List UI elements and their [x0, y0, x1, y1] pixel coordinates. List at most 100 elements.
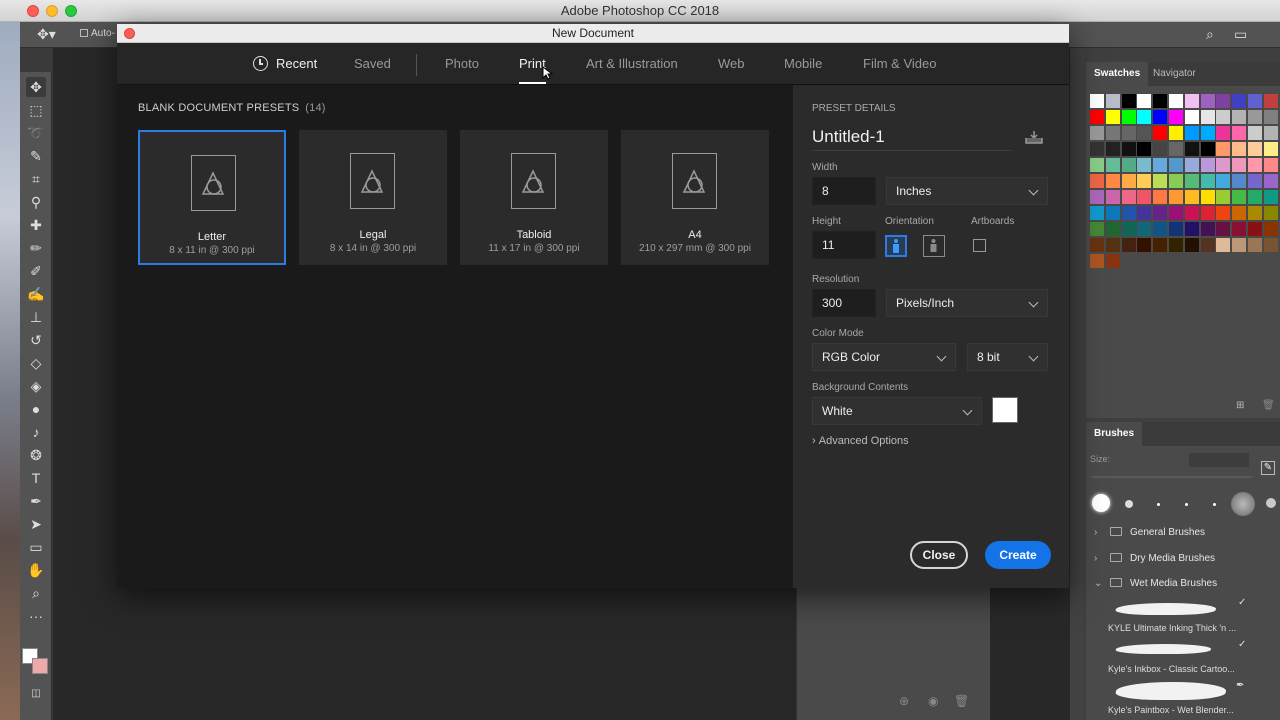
resolution-input[interactable]: 300	[812, 289, 876, 317]
units-dropdown[interactable]: Inches	[886, 177, 1048, 205]
color-swatch[interactable]	[1248, 222, 1262, 236]
bit-depth-dropdown[interactable]: 8 bit	[967, 343, 1048, 371]
color-swatch[interactable]	[1169, 238, 1183, 252]
new-swatch-icon[interactable]: ⊞	[1236, 400, 1244, 411]
color-swatch[interactable]	[1137, 206, 1152, 220]
paint-brush-tool-icon[interactable]: ✍	[26, 284, 46, 304]
color-swatch[interactable]	[1184, 222, 1199, 236]
portrait-orientation-button[interactable]	[885, 235, 907, 257]
color-swatch[interactable]	[1184, 158, 1199, 172]
color-swatch[interactable]	[1153, 142, 1168, 156]
camera-icon[interactable]: ◉	[928, 694, 938, 708]
color-swatch[interactable]	[1153, 126, 1168, 140]
tab-photo[interactable]: Photo	[445, 56, 479, 71]
color-swatch[interactable]	[1153, 206, 1168, 220]
color-swatch[interactable]	[1169, 174, 1183, 188]
color-swatch[interactable]	[1216, 158, 1231, 172]
color-swatch[interactable]	[1200, 126, 1215, 140]
color-swatch[interactable]	[1090, 190, 1104, 204]
color-swatch[interactable]	[1137, 238, 1152, 252]
color-swatch[interactable]	[1153, 94, 1168, 108]
color-swatch[interactable]	[1169, 126, 1183, 140]
preset-card-a4[interactable]: A4 210 x 297 mm @ 300 ppi	[621, 130, 769, 265]
preset-card-legal[interactable]: Legal 8 x 14 in @ 300 ppi	[299, 130, 447, 265]
brush-preset-2[interactable]	[1125, 500, 1133, 508]
color-swatch[interactable]	[1090, 142, 1104, 156]
color-swatch[interactable]	[1248, 206, 1262, 220]
color-swatch[interactable]	[1248, 158, 1262, 172]
color-swatch[interactable]	[1169, 142, 1183, 156]
color-swatch[interactable]	[1184, 238, 1199, 252]
tab-mobile[interactable]: Mobile	[784, 56, 822, 71]
color-swatch[interactable]	[1232, 126, 1247, 140]
color-swatch[interactable]	[1169, 110, 1183, 124]
brush-preset-7[interactable]	[1266, 498, 1276, 508]
brush-folder-general[interactable]: › General Brushes	[1094, 523, 1205, 543]
color-swatch[interactable]	[1121, 238, 1136, 252]
eyedropper-tool-icon[interactable]: ⚲	[26, 192, 46, 212]
color-swatch[interactable]	[1263, 206, 1278, 220]
brush-item-2[interactable]: Kyle's Inkbox - Classic Cartoo...	[1108, 664, 1235, 674]
color-swatch[interactable]	[1121, 142, 1136, 156]
window-maximize-button[interactable]	[65, 5, 77, 17]
close-button[interactable]: Close	[910, 541, 968, 569]
brush-preset-4[interactable]	[1185, 503, 1188, 506]
color-swatch[interactable]	[1216, 190, 1231, 204]
color-swatch[interactable]	[1169, 158, 1183, 172]
color-swatch[interactable]	[1121, 190, 1136, 204]
color-swatch[interactable]	[1232, 110, 1247, 124]
tab-swatches[interactable]: Swatches	[1086, 62, 1149, 86]
brush-item-3[interactable]: Kyle's Paintbox - Wet Blender...	[1108, 705, 1234, 715]
brush-folder-wet-media[interactable]: ⌄ Wet Media Brushes	[1094, 574, 1217, 594]
color-swatch[interactable]	[1184, 174, 1199, 188]
quick-mask-icon[interactable]: ◫	[26, 684, 46, 704]
workspace-icon[interactable]: ▭	[1234, 26, 1247, 43]
color-swatch[interactable]	[1105, 238, 1120, 252]
color-swatch[interactable]	[1090, 222, 1104, 236]
color-swatch[interactable]	[1090, 126, 1104, 140]
color-swatch[interactable]	[1216, 174, 1231, 188]
color-swatch[interactable]	[1184, 110, 1199, 124]
move-tool-preset-icon[interactable]: ✥▾	[37, 26, 56, 43]
color-swatch[interactable]	[1121, 126, 1136, 140]
color-swatch[interactable]	[1263, 158, 1278, 172]
color-swatch[interactable]	[1153, 190, 1168, 204]
brush-preset-1[interactable]	[1092, 494, 1110, 512]
color-swatch[interactable]	[1090, 174, 1104, 188]
color-swatch[interactable]	[1090, 254, 1104, 268]
brush-item-1[interactable]: KYLE Ultimate Inking Thick 'n ...	[1108, 623, 1236, 633]
color-swatch[interactable]	[1216, 110, 1231, 124]
color-swatch[interactable]	[1105, 222, 1120, 236]
color-swatch[interactable]	[1232, 94, 1247, 108]
rectangle-tool-icon[interactable]: ▭	[26, 537, 46, 557]
advanced-options-toggle[interactable]: › Advanced Options	[812, 435, 909, 447]
resolution-units-dropdown[interactable]: Pixels/Inch	[886, 289, 1048, 317]
color-swatch[interactable]	[1232, 238, 1247, 252]
tab-art-illustration[interactable]: Art & Illustration	[586, 56, 678, 71]
color-swatch[interactable]	[1137, 142, 1152, 156]
color-swatch[interactable]	[1105, 158, 1120, 172]
preset-card-tabloid[interactable]: Tabloid 11 x 17 in @ 300 ppi	[460, 130, 608, 265]
paint-bucket-tool-icon[interactable]: ◈	[26, 376, 46, 396]
color-swatch[interactable]	[1216, 142, 1231, 156]
tab-saved[interactable]: Saved	[354, 56, 391, 71]
color-swatch[interactable]	[1263, 142, 1278, 156]
blur-tool-icon[interactable]: ●	[26, 399, 46, 419]
color-swatch[interactable]	[1184, 126, 1199, 140]
color-swatch[interactable]	[1105, 206, 1120, 220]
sponge-tool-icon[interactable]: ❂	[26, 445, 46, 465]
pen-tool-icon[interactable]: ✒	[26, 491, 46, 511]
new-adjustment-icon[interactable]: ⊕	[899, 694, 909, 708]
color-swatch[interactable]	[1248, 190, 1262, 204]
dialog-close-dot[interactable]	[124, 28, 135, 39]
color-swatch[interactable]	[1263, 126, 1278, 140]
color-swatch[interactable]	[1248, 94, 1262, 108]
color-swatch[interactable]	[1105, 94, 1120, 108]
color-swatch[interactable]	[1200, 110, 1215, 124]
window-minimize-button[interactable]	[46, 5, 58, 17]
height-input[interactable]: 11	[812, 231, 876, 259]
brush-tool-icon[interactable]: ✏	[26, 238, 46, 258]
color-swatch[interactable]	[1169, 222, 1183, 236]
color-swatch[interactable]	[1200, 142, 1215, 156]
color-swatch[interactable]	[1263, 190, 1278, 204]
